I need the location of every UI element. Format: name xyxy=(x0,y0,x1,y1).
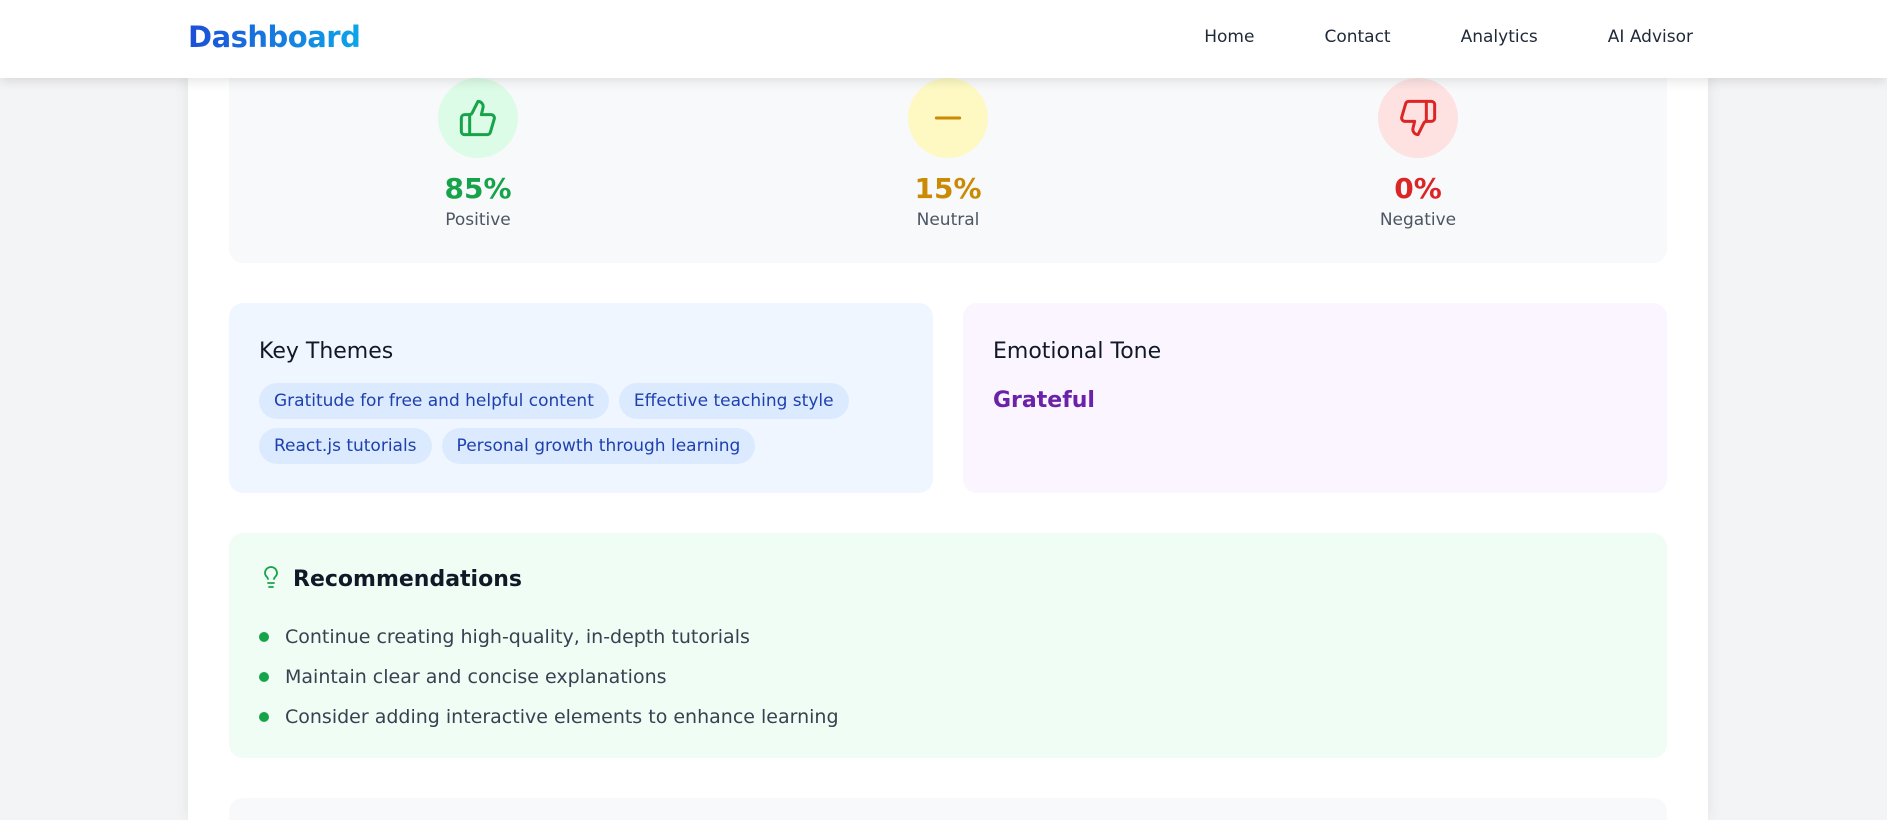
recommendation-text: Consider adding interactive elements to … xyxy=(285,706,839,728)
emotional-tone-panel: Emotional Tone Grateful xyxy=(963,303,1667,493)
next-section-panel xyxy=(229,798,1667,820)
sentiment-positive: 85% Positive xyxy=(378,78,578,230)
brand-logo[interactable]: Dashboard xyxy=(188,20,361,54)
minus-icon xyxy=(908,78,988,158)
theme-chip: React.js tutorials xyxy=(259,428,432,464)
sentiment-neutral: 15% Neutral xyxy=(848,78,1048,230)
theme-chip: Gratitude for free and helpful content xyxy=(259,383,609,419)
key-themes-title: Key Themes xyxy=(259,339,394,364)
list-item: Maintain clear and concise explanations xyxy=(259,657,839,697)
top-navbar: Dashboard Home Contact Analytics AI Advi… xyxy=(0,0,1887,78)
nav-contact-link[interactable]: Contact xyxy=(1324,27,1390,47)
thumbs-down-icon xyxy=(1378,78,1458,158)
nav-home-link[interactable]: Home xyxy=(1204,27,1254,47)
theme-chip: Effective teaching style xyxy=(618,383,849,419)
recommendations-panel: Recommendations Continue creating high-q… xyxy=(229,533,1667,758)
negative-percent: 0% xyxy=(1394,172,1442,205)
emotional-tone-value: Grateful xyxy=(993,388,1095,413)
recommendation-text: Maintain clear and concise explanations xyxy=(285,666,667,688)
theme-chips: Gratitude for free and helpful content E… xyxy=(259,383,919,464)
positive-percent: 85% xyxy=(444,172,512,205)
key-themes-panel: Key Themes Gratitude for free and helpfu… xyxy=(229,303,933,493)
positive-label: Positive xyxy=(445,210,511,230)
nav-links: Home Contact Analytics AI Advisor xyxy=(1204,27,1693,47)
nav-ai-advisor-link[interactable]: AI Advisor xyxy=(1608,27,1693,47)
list-item: Continue creating high-quality, in-depth… xyxy=(259,617,839,657)
negative-label: Negative xyxy=(1379,210,1457,230)
bullet-icon xyxy=(259,672,269,682)
nav-analytics-link[interactable]: Analytics xyxy=(1461,27,1538,47)
neutral-label: Neutral xyxy=(916,210,980,230)
bullet-icon xyxy=(259,632,269,642)
list-item: Consider adding interactive elements to … xyxy=(259,697,839,737)
theme-chip: Personal growth through learning xyxy=(441,428,756,464)
sentiment-negative: 0% Negative xyxy=(1318,78,1518,230)
recommendations-header: Recommendations xyxy=(259,565,522,593)
recommendation-text: Continue creating high-quality, in-depth… xyxy=(285,626,750,648)
bullet-icon xyxy=(259,712,269,722)
lightbulb-icon xyxy=(259,565,283,593)
recommendations-list: Continue creating high-quality, in-depth… xyxy=(259,617,839,737)
thumbs-up-icon xyxy=(438,78,518,158)
neutral-percent: 15% xyxy=(914,172,982,205)
emotional-tone-title: Emotional Tone xyxy=(993,339,1162,364)
recommendations-title: Recommendations xyxy=(293,566,522,592)
